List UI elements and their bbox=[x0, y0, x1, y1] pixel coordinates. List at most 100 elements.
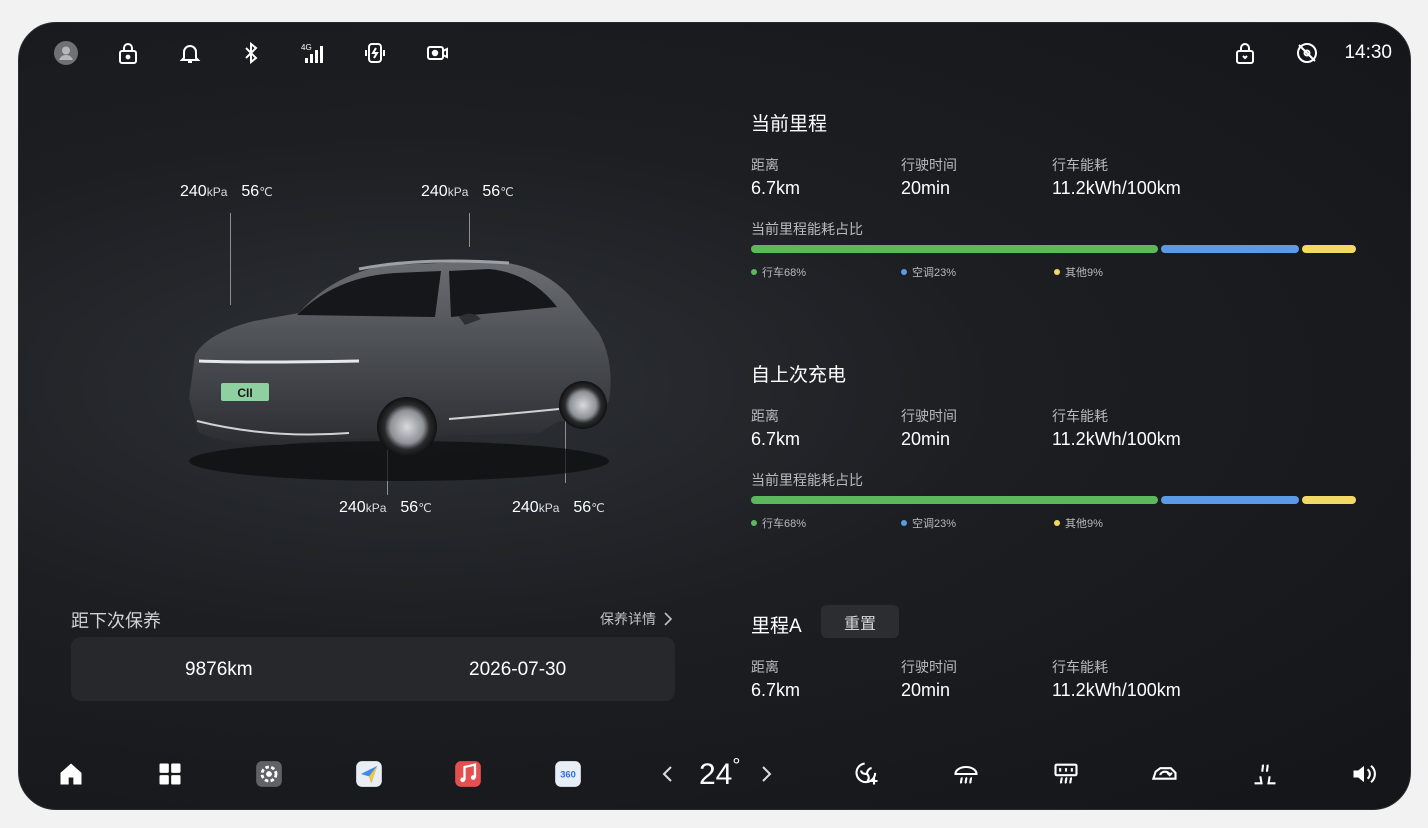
energy-share-segment bbox=[1161, 496, 1300, 504]
apps-grid-icon[interactable] bbox=[155, 759, 185, 789]
energy-share-segment bbox=[751, 245, 1159, 253]
child-lock-icon[interactable] bbox=[1232, 40, 1258, 66]
bluetooth-icon[interactable] bbox=[238, 40, 264, 66]
legend-label: 空调23% bbox=[912, 267, 957, 279]
lock-icon[interactable] bbox=[115, 40, 141, 66]
energy-share-segment bbox=[751, 496, 1159, 504]
trip-a-energy: 11.2kWh/100km bbox=[1052, 680, 1181, 700]
energy-label: 行车能耗 bbox=[1052, 659, 1108, 675]
legend-driving: 行车68% bbox=[751, 515, 806, 531]
energy-share-segment bbox=[1302, 245, 1356, 253]
temp-unit: ℃ bbox=[259, 185, 273, 199]
energy-share-segment bbox=[1302, 496, 1356, 504]
legend-label: 其他9% bbox=[1065, 518, 1103, 530]
drive-time-label: 行驶时间 bbox=[901, 157, 957, 173]
since-charge-distance: 6.7km bbox=[751, 429, 801, 449]
trip-a-time: 20min bbox=[901, 680, 951, 700]
power-saver-icon[interactable] bbox=[362, 40, 388, 66]
status-bar: 4G 14:30 bbox=[19, 23, 1410, 83]
volume-icon[interactable] bbox=[1349, 759, 1379, 789]
tire-rear-left: 240kPa 56℃ bbox=[339, 499, 432, 517]
energy-label: 行车能耗 bbox=[1052, 157, 1108, 173]
tire-front-left: 240kPa 56℃ bbox=[180, 183, 273, 201]
home-icon[interactable] bbox=[56, 759, 86, 789]
pressure-unit: kPa bbox=[447, 185, 469, 199]
pressure-unit: kPa bbox=[538, 501, 560, 515]
legend-dot bbox=[1054, 269, 1060, 275]
temperature-display: 24° bbox=[699, 755, 740, 792]
legend-label: 空调23% bbox=[912, 518, 957, 530]
maintenance-distance: 9876km bbox=[185, 659, 253, 680]
legend-driving: 行车68% bbox=[751, 264, 806, 280]
pressure-unit: kPa bbox=[206, 185, 228, 199]
drive-time-label: 行驶时间 bbox=[901, 659, 957, 675]
temp-unit: ℃ bbox=[591, 501, 605, 515]
tire-temp: 56 bbox=[573, 499, 592, 516]
since-charge-energy: 11.2kWh/100km bbox=[1052, 429, 1181, 449]
drive-time-label: 行驶时间 bbox=[901, 408, 957, 424]
since-charge-title: 自上次充电 bbox=[751, 365, 847, 386]
energy-share-bar bbox=[751, 496, 1356, 504]
tire-pressure: 240 bbox=[180, 183, 207, 200]
temp-increase-button[interactable] bbox=[761, 763, 773, 789]
current-energy: 11.2kWh/100km bbox=[1052, 178, 1181, 198]
music-app-icon[interactable] bbox=[453, 759, 483, 789]
maintenance-date: 2026-07-30 bbox=[469, 659, 567, 680]
maintenance-details-link[interactable]: 保养详情 bbox=[600, 609, 672, 629]
tire-rear-right: 240kPa 56℃ bbox=[512, 499, 605, 517]
chevron-left-icon bbox=[662, 766, 672, 782]
tire-pressure: 240 bbox=[421, 183, 448, 200]
legend-label: 行车68% bbox=[762, 518, 807, 530]
degree-symbol: ° bbox=[732, 755, 741, 777]
maintenance-title: 距下次保养 bbox=[71, 611, 161, 631]
current-distance: 6.7km bbox=[751, 178, 801, 198]
temp-decrease-button[interactable] bbox=[661, 763, 673, 789]
tire-temp: 56 bbox=[400, 499, 419, 516]
camera-360-label: 360 bbox=[560, 770, 576, 780]
rear-defrost-icon[interactable] bbox=[1051, 759, 1081, 789]
fan-auto-icon[interactable] bbox=[852, 759, 882, 789]
reset-button[interactable]: 重置 bbox=[821, 605, 899, 638]
tire-temp: 56 bbox=[482, 183, 501, 200]
energy-share-segment bbox=[1161, 245, 1300, 253]
air-recirculation-icon[interactable] bbox=[1150, 759, 1180, 789]
bottom-dock: 360 24° bbox=[19, 741, 1410, 809]
temp-unit: ℃ bbox=[500, 185, 514, 199]
settings-app-icon[interactable] bbox=[254, 759, 284, 789]
legend-ac: 空调23% bbox=[901, 515, 956, 531]
pressure-unit: kPa bbox=[365, 501, 387, 515]
tire-temp: 56 bbox=[241, 183, 260, 200]
seat-heat-icon[interactable] bbox=[1250, 759, 1280, 789]
current-time: 20min bbox=[901, 178, 951, 198]
tire-pressure: 240 bbox=[512, 499, 539, 516]
camera-360-app-icon[interactable]: 360 bbox=[553, 759, 583, 789]
front-defrost-icon[interactable] bbox=[951, 759, 981, 789]
tire-front-right: 240kPa 56℃ bbox=[421, 183, 514, 201]
legend-label: 其他9% bbox=[1065, 267, 1103, 279]
dashcam-icon[interactable] bbox=[424, 40, 450, 66]
legend-other: 其他9% bbox=[1054, 264, 1103, 280]
maintenance-card[interactable]: 9876km 2026-07-30 bbox=[71, 637, 675, 701]
legend-dot bbox=[751, 269, 757, 275]
since-charge-time: 20min bbox=[901, 429, 951, 449]
chevron-right-icon bbox=[664, 612, 672, 626]
tire-pressure: 240 bbox=[339, 499, 366, 516]
energy-label: 行车能耗 bbox=[1052, 408, 1108, 424]
legend-dot bbox=[901, 520, 907, 526]
legend-label: 行车68% bbox=[762, 267, 807, 279]
distance-label: 距离 bbox=[751, 157, 779, 173]
avatar[interactable] bbox=[53, 40, 79, 66]
energy-share-title: 当前里程能耗占比 bbox=[751, 221, 863, 237]
bell-icon[interactable] bbox=[177, 40, 203, 66]
license-plate: CII bbox=[237, 386, 252, 400]
signal-4g-icon: 4G bbox=[300, 40, 326, 66]
energy-share-bar bbox=[751, 245, 1356, 253]
temp-unit: ℃ bbox=[418, 501, 432, 515]
legend-dot bbox=[751, 520, 757, 526]
legend-other: 其他9% bbox=[1054, 515, 1103, 531]
steering-wheel-off-icon[interactable] bbox=[1294, 40, 1320, 66]
trip-a-distance: 6.7km bbox=[751, 680, 801, 700]
legend-ac: 空调23% bbox=[901, 264, 956, 280]
navigation-app-icon[interactable] bbox=[354, 759, 384, 789]
car-display: 4G 14:30 240kPa 56℃ 240kPa 56℃ 240kPa 56℃ 2… bbox=[18, 22, 1411, 810]
